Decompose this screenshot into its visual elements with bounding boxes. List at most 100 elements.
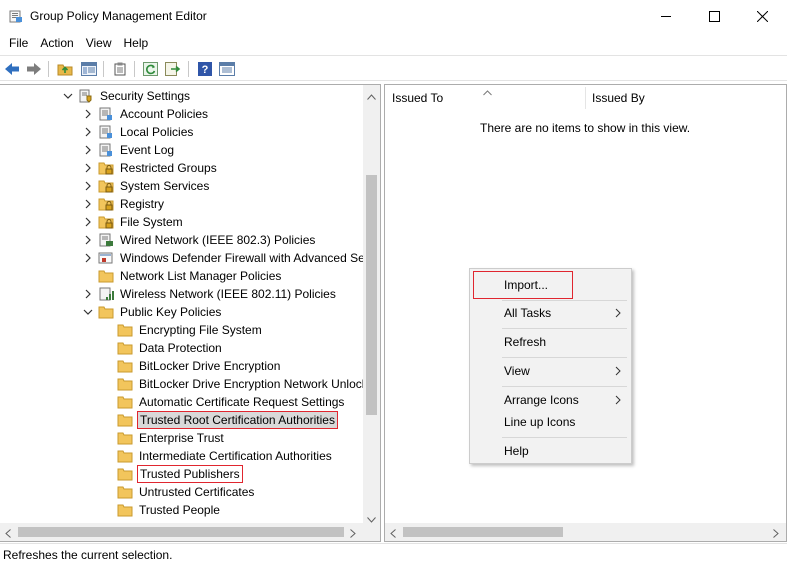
status-bar: Refreshes the current selection.: [0, 543, 787, 565]
tree-item-label: System Services: [120, 179, 210, 193]
tree-item-label: Wireless Network (IEEE 802.11) Policies: [120, 287, 336, 301]
tree-item-event-log[interactable]: Event Log: [82, 141, 176, 159]
chevron-right-icon[interactable]: [82, 144, 94, 156]
tree-item-windows-defender-firewall[interactable]: Windows Defender Firewall with Advanced …: [82, 249, 373, 267]
forward-arrow-icon[interactable]: [25, 60, 43, 78]
chevron-down-icon[interactable]: [82, 306, 94, 318]
tree-horizontal-scrollbar[interactable]: [0, 523, 380, 541]
folder-icon: [117, 503, 133, 517]
tree-item-trusted-root-ca[interactable]: Trusted Root Certification Authorities: [117, 411, 338, 429]
folder-icon: [117, 377, 133, 391]
tree-item-trusted-publishers[interactable]: Trusted Publishers: [117, 465, 243, 483]
tree-item-wired-network[interactable]: Wired Network (IEEE 802.3) Policies: [82, 231, 317, 249]
context-menu-all-tasks[interactable]: All Tasks: [470, 302, 631, 324]
properties-pane-icon[interactable]: [218, 60, 236, 78]
show-hide-tree-icon[interactable]: [80, 60, 98, 78]
tree-item-public-key-policies[interactable]: Public Key Policies: [82, 303, 223, 321]
tree-item-network-list-manager[interactable]: Network List Manager Policies: [98, 267, 283, 285]
toolbar-separator: [48, 61, 49, 77]
tree-item-file-system[interactable]: File System: [82, 213, 185, 231]
context-menu-line-up-icons[interactable]: Line up Icons: [470, 411, 631, 433]
console-tree-pane[interactable]: Security Settings Account Policies Local…: [0, 84, 381, 542]
menu-action[interactable]: Action: [34, 33, 79, 53]
scroll-right-arrow-icon[interactable]: [350, 527, 356, 541]
chevron-down-icon[interactable]: [62, 90, 74, 102]
folder-icon: [98, 305, 114, 319]
up-folder-icon[interactable]: [56, 60, 74, 78]
tree-item-enterprise-trust[interactable]: Enterprise Trust: [117, 429, 226, 447]
tree-horizontal-scroll-thumb[interactable]: [18, 527, 344, 537]
column-header-issued-by[interactable]: Issued By: [585, 85, 785, 111]
chevron-right-icon[interactable]: [82, 234, 94, 246]
refresh-icon[interactable]: [142, 60, 160, 78]
wireless-policy-icon: [98, 287, 114, 301]
tree-item-account-policies[interactable]: Account Policies: [82, 105, 210, 123]
tree-item-trusted-people[interactable]: Trusted People: [117, 501, 222, 519]
tree-item-automatic-certificate-request[interactable]: Automatic Certificate Request Settings: [117, 393, 346, 411]
folder-icon: [117, 449, 133, 463]
context-menu-view[interactable]: View: [470, 360, 631, 382]
menu-item-label: Import...: [504, 278, 549, 292]
chevron-right-icon[interactable]: [82, 108, 94, 120]
folder-icon: [117, 413, 133, 427]
chevron-right-icon[interactable]: [82, 288, 94, 300]
help-icon[interactable]: ?: [196, 60, 214, 78]
title-bar: Group Policy Management Editor: [0, 0, 787, 32]
tree-item-label: Encrypting File System: [139, 323, 262, 337]
list-horizontal-scrollbar[interactable]: [385, 523, 786, 541]
list-horizontal-scroll-thumb[interactable]: [403, 527, 563, 537]
scroll-left-arrow-icon[interactable]: [5, 527, 11, 541]
maximize-button[interactable]: [691, 0, 737, 32]
tree-item-security-settings[interactable]: Security Settings: [62, 87, 192, 105]
folder-icon: [98, 269, 114, 283]
tree-item-system-services[interactable]: System Services: [82, 177, 211, 195]
tree-item-label: Account Policies: [120, 107, 209, 121]
tree-item-untrusted-certificates[interactable]: Untrusted Certificates: [117, 483, 256, 501]
tree-item-label: Event Log: [120, 143, 175, 157]
context-menu-arrange-icons[interactable]: Arrange Icons: [470, 389, 631, 411]
minimize-button[interactable]: [643, 0, 689, 32]
chevron-right-icon[interactable]: [82, 126, 94, 138]
menu-view[interactable]: View: [80, 33, 118, 53]
tree-item-intermediate-ca[interactable]: Intermediate Certification Authorities: [117, 447, 334, 465]
close-button[interactable]: [739, 0, 785, 32]
menu-file[interactable]: File: [3, 33, 34, 53]
toolbar: ?: [0, 55, 787, 81]
tree-vertical-scroll-thumb[interactable]: [366, 175, 377, 415]
chevron-right-icon[interactable]: [82, 216, 94, 228]
context-menu-help[interactable]: Help: [470, 440, 631, 462]
scroll-left-arrow-icon[interactable]: [390, 527, 396, 541]
clipboard-icon[interactable]: [111, 60, 129, 78]
chevron-right-icon[interactable]: [82, 252, 94, 264]
toolbar-separator: [103, 61, 104, 77]
menu-help[interactable]: Help: [118, 33, 155, 53]
export-list-icon[interactable]: [164, 60, 182, 78]
back-arrow-icon[interactable]: [3, 60, 21, 78]
tree-item-label: Untrusted Certificates: [139, 485, 255, 499]
context-menu-refresh[interactable]: Refresh: [470, 331, 631, 353]
tree-item-local-policies[interactable]: Local Policies: [82, 123, 195, 141]
scroll-right-arrow-icon[interactable]: [773, 527, 779, 541]
folder-icon: [117, 467, 133, 481]
context-menu-import[interactable]: Import...: [470, 274, 631, 296]
policy-doc-icon: [98, 107, 114, 121]
toolbar-separator: [134, 61, 135, 77]
tree-item-wireless-network[interactable]: Wireless Network (IEEE 802.11) Policies: [82, 285, 338, 303]
menu-separator: [502, 386, 627, 387]
chevron-right-icon[interactable]: [82, 198, 94, 210]
tree-item-label: File System: [120, 215, 183, 229]
policy-doc-icon: [98, 125, 114, 139]
tree-item-bitlocker-drive-encryption[interactable]: BitLocker Drive Encryption: [117, 357, 282, 375]
chevron-right-icon[interactable]: [82, 180, 94, 192]
tree-item-encrypting-file-system[interactable]: Encrypting File System: [117, 321, 264, 339]
scroll-up-arrow-icon[interactable]: [367, 89, 376, 103]
chevron-right-icon[interactable]: [82, 162, 94, 174]
locked-folder-icon: [98, 179, 114, 193]
tree-item-registry[interactable]: Registry: [82, 195, 166, 213]
tree-item-restricted-groups[interactable]: Restricted Groups: [82, 159, 219, 177]
locked-folder-icon: [98, 161, 114, 175]
tree-vertical-scrollbar[interactable]: [363, 85, 380, 523]
tree-item-bitlocker-network-unlock[interactable]: BitLocker Drive Encryption Network Unloc…: [117, 375, 370, 393]
tree-item-label: BitLocker Drive Encryption: [139, 359, 281, 373]
tree-item-data-protection[interactable]: Data Protection: [117, 339, 224, 357]
